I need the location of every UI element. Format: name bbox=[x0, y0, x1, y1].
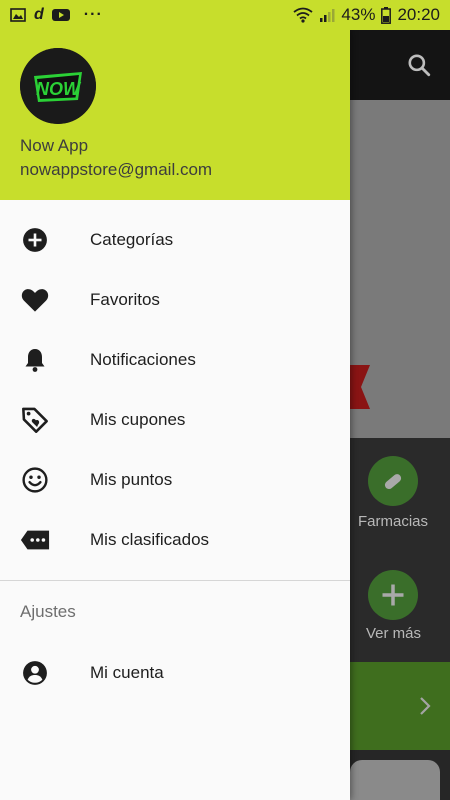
drawer-header: NOW Now App nowappstore@gmail.com bbox=[0, 30, 350, 200]
now-logo-icon: NOW bbox=[20, 48, 96, 124]
pharmacy-category-label: Farmacias bbox=[358, 513, 429, 530]
add-circle-icon bbox=[20, 225, 50, 255]
chevron-right-icon bbox=[418, 696, 432, 721]
app-badge-text: d bbox=[34, 6, 44, 23]
settings-section-title: Ajustes bbox=[20, 602, 76, 621]
youtube-icon bbox=[51, 8, 70, 22]
avatar[interactable]: NOW bbox=[20, 48, 96, 124]
wifi-icon bbox=[293, 7, 313, 23]
menu-item-label: Mis cupones bbox=[90, 410, 186, 429]
menu-item-favoritos[interactable]: Favoritos bbox=[0, 270, 350, 330]
user-email: nowappstore@gmail.com bbox=[20, 160, 213, 179]
menu-item-mis-cupones[interactable]: Mis cupones bbox=[0, 390, 350, 450]
menu-item-mi-cuenta[interactable]: Mi cuenta bbox=[0, 643, 350, 703]
plus-icon bbox=[382, 584, 404, 606]
more-categories-button[interactable] bbox=[368, 570, 418, 620]
status-bar: d ··· 43% 20:20 bbox=[0, 0, 450, 30]
app-notification-icon: d bbox=[34, 6, 44, 24]
settings-menu: Mi cuenta bbox=[0, 643, 350, 703]
menu-item-mis-clasificados[interactable]: Mis clasificados bbox=[0, 510, 350, 570]
menu-item-label: Categorías bbox=[90, 230, 174, 249]
background-card bbox=[350, 760, 440, 800]
more-categories-label: Ver más bbox=[366, 625, 422, 642]
gallery-icon bbox=[10, 7, 26, 23]
bell-icon bbox=[20, 345, 50, 375]
menu-item-label: Favoritos bbox=[90, 290, 160, 309]
menu-item-mis-puntos[interactable]: Mis puntos bbox=[0, 450, 350, 510]
navigation-drawer: NOW Now App nowappstore@gmail.com Catego… bbox=[0, 30, 350, 800]
menu-item-notificaciones[interactable]: Notificaciones bbox=[0, 330, 350, 390]
menu-item-categorias[interactable]: Categorías bbox=[0, 210, 350, 270]
menu-item-label: Mis clasificados bbox=[90, 530, 210, 549]
search-icon[interactable] bbox=[406, 52, 432, 78]
battery-percentage: 43% bbox=[341, 5, 376, 24]
logo-text: NOW bbox=[36, 79, 82, 99]
pill-icon bbox=[384, 474, 402, 490]
heart-icon bbox=[20, 285, 50, 315]
smiley-icon bbox=[20, 465, 50, 495]
account-circle-icon bbox=[20, 658, 50, 688]
tag-heart-icon bbox=[20, 405, 50, 435]
user-name: Now App bbox=[20, 136, 89, 155]
drawer-menu: Categorías Favoritos Notificaciones Mis … bbox=[0, 200, 350, 570]
label-dots-icon bbox=[20, 525, 50, 555]
menu-item-label: Notificaciones bbox=[90, 350, 196, 369]
signal-icon bbox=[319, 7, 335, 23]
more-notifications-icon: ··· bbox=[83, 6, 103, 23]
menu-item-label: Mis puntos bbox=[90, 470, 173, 489]
clock: 20:20 bbox=[397, 5, 440, 24]
menu-item-label: Mi cuenta bbox=[90, 663, 164, 682]
pharmacy-category-button[interactable] bbox=[368, 456, 418, 506]
battery-icon bbox=[381, 6, 392, 24]
